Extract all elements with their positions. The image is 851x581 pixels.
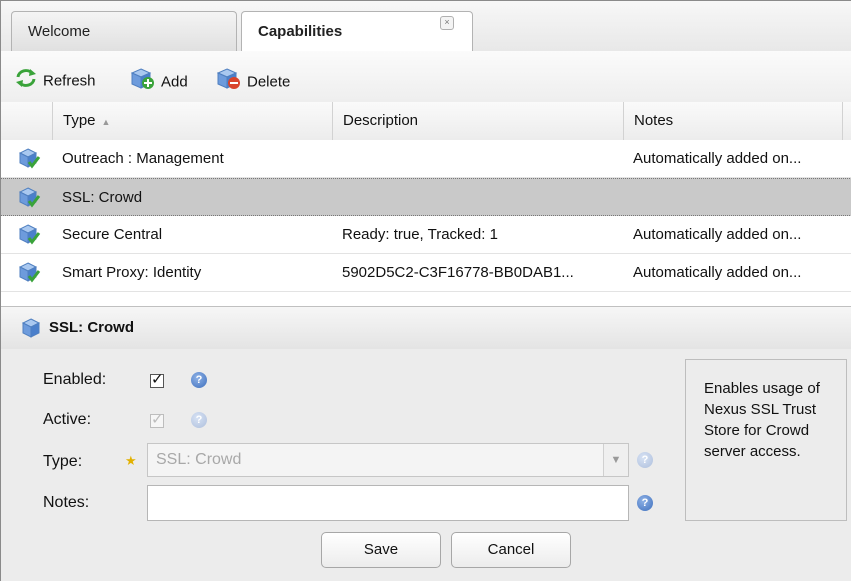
detail-form: Enabled: ✓ ? Active: ✓ ? Type: ★ SSL: Cr… [1, 349, 851, 581]
add-button[interactable]: Add [130, 68, 188, 91]
capability-active-icon [18, 187, 41, 213]
column-header-description-label: Description [343, 112, 419, 129]
close-icon[interactable]: × [440, 16, 454, 30]
cancel-button[interactable]: Cancel [451, 532, 571, 568]
type-select-value: SSL: Crowd [156, 451, 242, 468]
capability-description-box: Enables usage of Nexus SSL Trust Store f… [685, 359, 847, 521]
column-header-type[interactable]: Type ▲ [52, 102, 332, 140]
delete-capability-icon [216, 68, 241, 97]
tab-welcome-label: Welcome [28, 23, 91, 40]
active-checkbox: ✓ [150, 411, 164, 428]
help-icon[interactable]: ? [191, 372, 207, 388]
row-description [342, 140, 620, 178]
capabilities-window: Welcome Capabilities × Refresh Add Delet… [0, 0, 851, 581]
column-header-type-label: Type [63, 112, 96, 129]
row-description: Ready: true, Tracked: 1 [342, 226, 498, 243]
active-label: Active: [43, 411, 92, 428]
notes-input[interactable] [147, 485, 629, 521]
row-type: SSL: Crowd [62, 189, 143, 206]
add-capability-icon [130, 68, 155, 97]
table-row-selected[interactable]: SSL: Crowd [1, 178, 851, 216]
required-star-icon: ★ [125, 453, 137, 468]
row-notes [633, 179, 838, 217]
help-icon: ? [637, 452, 653, 468]
help-icon: ? [191, 412, 207, 428]
row-notes: Automatically added on... [633, 264, 802, 281]
row-description [342, 179, 620, 217]
column-header-notes-label: Notes [634, 112, 674, 129]
save-button[interactable]: Save [321, 532, 441, 568]
detail-panel-header: SSL: Crowd [1, 306, 851, 350]
capability-active-icon [18, 224, 41, 250]
tab-capabilities-label: Capabilities [258, 23, 343, 40]
notes-label: Notes: [43, 494, 90, 511]
row-notes: Automatically added on... [633, 226, 802, 243]
delete-label: Delete [247, 73, 291, 91]
detail-panel-title: SSL: Crowd [49, 319, 134, 336]
help-icon[interactable]: ? [637, 495, 653, 511]
toolbar: Refresh Add Delete [1, 51, 851, 103]
tab-welcome[interactable]: Welcome [11, 11, 237, 51]
type-label: Type: [43, 453, 83, 470]
add-label: Add [161, 73, 188, 91]
enabled-label: Enabled: [43, 371, 107, 388]
column-header-description[interactable]: Description [332, 102, 623, 140]
row-description: 5902D5C2-C3F16778-BB0DAB1... [342, 264, 574, 281]
refresh-label: Refresh [43, 72, 96, 90]
column-header-notes[interactable]: Notes [623, 102, 843, 140]
capability-icon [21, 318, 41, 342]
grid-header: Type ▲ Description Notes [1, 102, 851, 141]
capability-active-icon [18, 262, 41, 288]
row-type: Outreach : Management [62, 150, 224, 167]
tab-strip: Welcome Capabilities × [1, 1, 851, 52]
enabled-checkbox[interactable]: ✓ [150, 372, 164, 388]
chevron-down-icon: ▼ [603, 444, 628, 476]
tab-capabilities[interactable]: Capabilities × [241, 11, 473, 52]
table-row[interactable]: Smart Proxy: Identity 5902D5C2-C3F16778-… [1, 254, 851, 292]
row-notes: Automatically added on... [633, 150, 802, 167]
capability-description-text: Enables usage of Nexus SSL Trust Store f… [704, 380, 820, 460]
refresh-button[interactable]: Refresh [15, 68, 96, 90]
sort-ascending-icon: ▲ [101, 117, 111, 127]
refresh-icon [15, 68, 37, 95]
table-row[interactable]: Secure Central Ready: true, Tracked: 1 A… [1, 216, 851, 254]
type-select: SSL: Crowd ▼ [147, 443, 629, 477]
delete-button[interactable]: Delete [216, 68, 291, 91]
row-type: Smart Proxy: Identity [62, 264, 202, 281]
capability-active-icon [18, 148, 41, 174]
table-row[interactable]: Outreach : Management Automatically adde… [1, 140, 851, 178]
row-type: Secure Central [62, 226, 163, 243]
